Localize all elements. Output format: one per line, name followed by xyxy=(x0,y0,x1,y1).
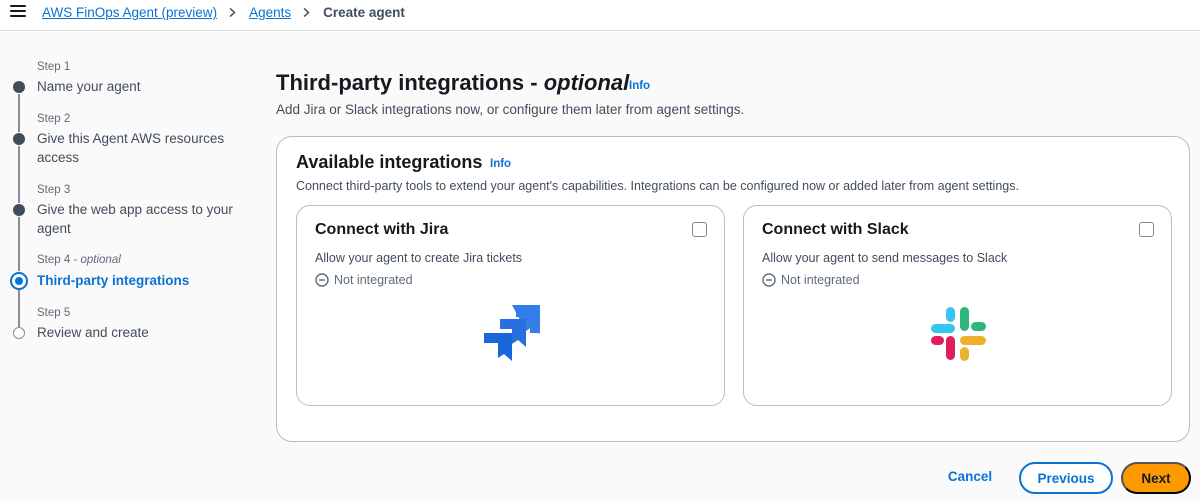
step-name: Give the web app access to your agent xyxy=(37,202,233,236)
status-stopped-icon xyxy=(315,273,329,287)
step-number: Step 5 xyxy=(37,307,71,319)
step-connector xyxy=(18,290,20,327)
status-text: Not integrated xyxy=(781,273,860,287)
breadcrumb-current: Create agent xyxy=(323,5,405,20)
card-title: Connect with Jira xyxy=(315,221,449,238)
jira-logo-icon xyxy=(484,305,540,361)
status-stopped-icon xyxy=(762,273,776,287)
slack-checkbox[interactable] xyxy=(1139,222,1154,237)
step-connector xyxy=(18,217,20,271)
chevron-right-icon xyxy=(229,8,236,17)
step-complete-icon xyxy=(13,204,25,216)
menu-icon[interactable] xyxy=(10,5,26,21)
step-number: Step 3 xyxy=(37,184,71,196)
next-button[interactable]: Next xyxy=(1121,462,1191,494)
step-name: Third-party integrations xyxy=(37,273,190,288)
cancel-button[interactable]: Cancel xyxy=(940,469,1000,487)
step-future-icon xyxy=(13,327,25,339)
card-description: Allow your agent to send messages to Sla… xyxy=(762,251,1008,265)
step-name: Give this Agent AWS resources access xyxy=(37,131,225,165)
step-number: Step 4 - optional xyxy=(37,254,121,266)
top-navigation-bar: AWS FinOps Agent (preview) Agents Create… xyxy=(0,0,1200,31)
integration-status: Not integrated xyxy=(762,273,860,287)
card-description: Allow your agent to create Jira tickets xyxy=(315,251,523,265)
page-content: Step 1 Name your agent Step 2 Give this … xyxy=(0,32,1200,501)
section-description: Connect third-party tools to extend your… xyxy=(296,179,1019,193)
breadcrumb: AWS FinOps Agent (preview) Agents Create… xyxy=(42,5,405,20)
breadcrumb-link-agents[interactable]: Agents xyxy=(249,5,291,20)
slack-integration-card[interactable]: Connect with Slack Allow your agent to s… xyxy=(743,205,1172,406)
jira-integration-card[interactable]: Connect with Jira Allow your agent to cr… xyxy=(296,205,725,406)
page-title: Third-party integrations - optional xyxy=(276,70,630,95)
step-complete-icon xyxy=(13,81,25,93)
step-number: Step 1 xyxy=(37,61,71,73)
previous-button[interactable]: Previous xyxy=(1019,462,1113,494)
breadcrumb-link-finops-agent[interactable]: AWS FinOps Agent (preview) xyxy=(42,5,217,20)
step-name: Review and create xyxy=(37,325,149,340)
page-description: Add Jira or Slack integrations now, or c… xyxy=(276,102,745,117)
step-number: Step 2 xyxy=(37,113,71,125)
step-name: Name your agent xyxy=(37,79,141,94)
info-link[interactable]: Info xyxy=(490,158,511,170)
step-complete-icon xyxy=(13,133,25,145)
integration-status: Not integrated xyxy=(315,273,413,287)
section-title: Available integrations xyxy=(296,152,483,172)
step-current-icon xyxy=(10,272,28,290)
slack-logo-icon xyxy=(931,307,986,361)
chevron-right-icon xyxy=(303,8,310,17)
status-text: Not integrated xyxy=(334,273,413,287)
info-link[interactable]: Info xyxy=(629,80,650,92)
step-connector xyxy=(18,94,20,132)
jira-checkbox[interactable] xyxy=(692,222,707,237)
card-title: Connect with Slack xyxy=(762,221,909,238)
step-connector xyxy=(18,146,20,203)
available-integrations-container: Available integrations Info Connect thir… xyxy=(276,136,1190,442)
